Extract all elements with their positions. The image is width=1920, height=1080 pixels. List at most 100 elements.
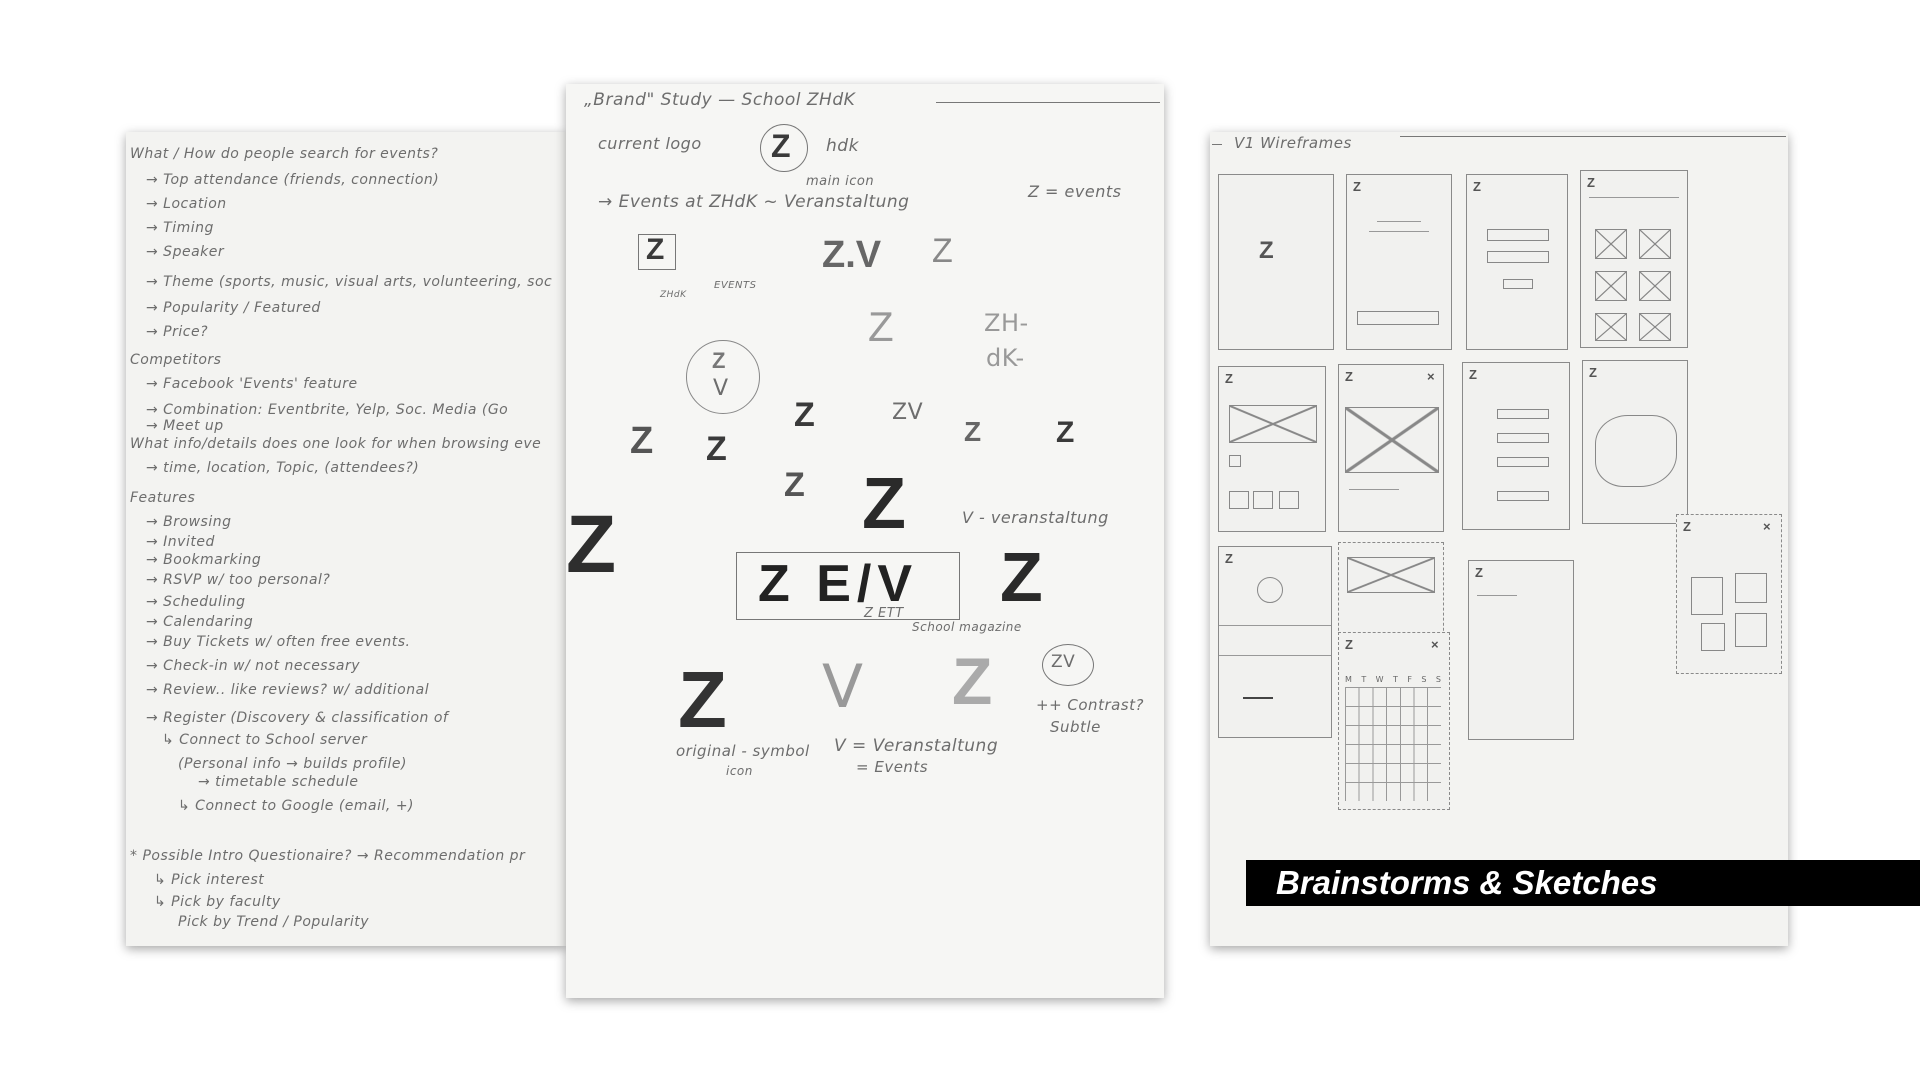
wireframe-event-detail: Z — [1218, 366, 1326, 532]
zv-mark-2: ZV — [892, 400, 924, 425]
brand-study-title: „Brand" Study — School ZHdK — [584, 90, 856, 110]
image-placeholder — [1639, 271, 1671, 301]
z-logo: Z — [1353, 179, 1361, 194]
contrast-label: ++ Contrast? — [1036, 696, 1144, 714]
calendar-day-label: S — [1421, 675, 1427, 684]
z-dotted-mark: Z — [706, 430, 727, 468]
image-placeholder — [1229, 405, 1317, 443]
dk-mark: dK- — [986, 344, 1025, 372]
calendar-day-label: W — [1375, 675, 1384, 684]
note-line: (Personal info → builds profile) — [178, 756, 407, 772]
note-line: → Calendaring — [146, 614, 254, 630]
subtle-label: Subtle — [1050, 718, 1101, 736]
divider — [1219, 625, 1331, 626]
wireframe-grid: Z — [1580, 170, 1688, 348]
divider — [1219, 655, 1331, 656]
note-line: → Facebook 'Events' feature — [146, 376, 358, 392]
note-line: → Combination: Eventbrite, Yelp, Soc. Me… — [146, 402, 509, 418]
notes-sheet: What / How do people search for events? →… — [126, 132, 566, 946]
close-icon: × — [1427, 369, 1435, 384]
note-line: What info/details does one look for when… — [130, 436, 542, 452]
logo-z: Z — [771, 128, 791, 164]
list-row-sketch — [1497, 409, 1549, 419]
zh-mark: ZH- — [984, 309, 1029, 337]
z-events-label: Z = events — [1028, 182, 1122, 201]
tile-sketch — [1701, 623, 1725, 651]
image-placeholder — [1595, 229, 1627, 259]
brand-study-sheet: „Brand" Study — School ZHdK current logo… — [566, 84, 1164, 998]
note-line: → Price? — [146, 324, 209, 340]
note-line: * Possible Intro Questionaire? → Recomme… — [130, 848, 526, 864]
note-line: Features — [130, 490, 196, 506]
events-line: → Events at ZHdK ~ Veranstaltung — [598, 192, 910, 212]
wireframe-calendar: Z × MTWTFSS — [1338, 632, 1450, 810]
text-line — [1477, 595, 1517, 596]
v-veranstaltung-label: V - veranstaltung — [962, 508, 1109, 527]
note-line: → Review.. like reviews? w/ additional — [146, 682, 430, 698]
title-rule-left — [1212, 144, 1222, 145]
calendar-day-label: F — [1407, 675, 1412, 684]
note-line: Pick by Trend / Popularity — [178, 914, 370, 930]
v-definition: V = Veranstaltung — [834, 736, 999, 756]
button-sketch — [1503, 279, 1533, 289]
z-ett-label: Z ETT — [864, 606, 904, 621]
note-line: → Top attendance (friends, connection) — [146, 172, 440, 188]
z-mark-1: Z — [646, 233, 665, 266]
main-icon-label: main icon — [806, 174, 875, 189]
note-line: → Browsing — [146, 514, 232, 530]
note-line: → Speaker — [146, 244, 225, 260]
tile-sketch — [1735, 613, 1767, 647]
zv-circle-text: ZV — [1051, 652, 1076, 672]
z-logo: Z — [1587, 175, 1595, 190]
wireframe-onboarding: Z — [1466, 174, 1568, 350]
note-line: → Popularity / Featured — [146, 300, 321, 316]
wireframe-event-modal: Z × — [1338, 364, 1444, 532]
wireframes-title: V1 Wireframes — [1234, 134, 1352, 152]
title-rule — [936, 102, 1160, 103]
tile-sketch — [1735, 573, 1767, 603]
list-row-sketch — [1497, 457, 1549, 467]
note-line: → Timing — [146, 220, 214, 236]
note-line: → Register (Discovery & classification o… — [146, 710, 449, 726]
z-logo: Z — [1345, 637, 1353, 652]
icon-label: icon — [726, 764, 753, 778]
note-line: ↳ Connect to School server — [162, 732, 368, 748]
zhdk-small: ZHdK — [660, 290, 687, 300]
calendar-day-label: T — [1393, 675, 1398, 684]
text-line — [1377, 221, 1421, 222]
image-placeholder — [1347, 557, 1435, 593]
z-bold-mark-left: Z — [566, 499, 617, 590]
z-contrast-mark: Z — [952, 644, 993, 718]
zev-mark: Z E/V — [758, 555, 919, 613]
image-placeholder — [1595, 313, 1627, 341]
wireframes-sheet: V1 Wireframes Z Z Z Z Z Z × Z Z Z Z × M … — [1210, 132, 1788, 946]
circle-v: V — [713, 376, 729, 401]
note-line: → time, location, Topic, (attendees?) — [146, 460, 420, 476]
events-small: EVENTS — [714, 280, 757, 291]
z-logo: Z — [1473, 179, 1481, 194]
list-row-sketch — [1497, 491, 1549, 501]
text-line — [1243, 697, 1273, 699]
note-line: ↳ Pick by faculty — [154, 894, 281, 910]
login-button-sketch — [1357, 311, 1439, 325]
image-placeholder — [1595, 271, 1627, 301]
image-placeholder — [1639, 229, 1671, 259]
circle-z: Z — [712, 348, 726, 373]
caption-title: Brainstorms & Sketches — [1276, 864, 1658, 901]
z-equals-mark: Z — [794, 396, 815, 434]
current-logo-label: current logo — [598, 134, 702, 153]
title-rule-right — [1400, 136, 1786, 137]
note-line: → timetable schedule — [198, 774, 359, 790]
note-line: Competitors — [130, 352, 222, 368]
z-logo: Z — [1225, 371, 1233, 386]
text-line — [1369, 231, 1429, 232]
close-icon: × — [1431, 637, 1439, 652]
wireframe-settings: Z — [1468, 560, 1574, 740]
z-logo: Z — [1589, 365, 1597, 380]
z-sketch-mark: Z — [868, 303, 894, 350]
logo-hdk: hdk — [826, 136, 859, 156]
note-line: → Scheduling — [146, 594, 246, 610]
wireframe-dashed-grid: Z × — [1676, 514, 1782, 674]
z-branch-mark: Z — [932, 232, 953, 270]
note-line: ↳ Pick interest — [154, 872, 265, 888]
